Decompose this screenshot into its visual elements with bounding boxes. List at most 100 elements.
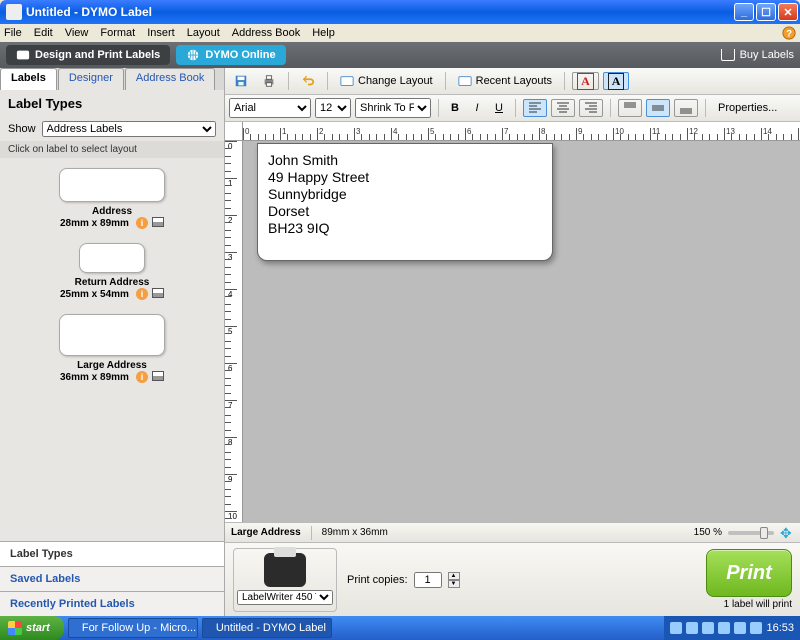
undo-button[interactable] — [296, 71, 320, 91]
system-tray[interactable]: 16:53 — [664, 616, 800, 640]
menu-addressbook[interactable]: Address Book — [232, 27, 300, 39]
info-icon[interactable]: i — [136, 288, 148, 300]
fullscreen-button[interactable]: ✥ — [780, 526, 794, 540]
menu-insert[interactable]: Insert — [147, 27, 175, 39]
maximize-button[interactable]: ☐ — [756, 3, 776, 21]
sidebar-heading: Label Types — [0, 90, 224, 117]
font-color-button-b[interactable]: A — [603, 72, 630, 90]
save-button[interactable] — [229, 71, 253, 91]
task-label: Untitled - DYMO Label — [216, 622, 326, 634]
minimize-button[interactable]: _ — [734, 3, 754, 21]
save-icon — [234, 74, 248, 88]
globe-icon — [186, 48, 200, 62]
svg-text:?: ? — [786, 29, 792, 40]
valign-bottom-button[interactable] — [674, 99, 698, 117]
task-outlook[interactable]: For Follow Up - Micro... — [68, 618, 198, 638]
zoom-slider[interactable] — [728, 531, 774, 535]
copies-down-button[interactable]: ▼ — [448, 580, 460, 588]
align-left-icon — [528, 101, 542, 115]
help-icon[interactable]: ? — [782, 26, 796, 40]
tray-icon[interactable] — [750, 622, 762, 634]
print-large-button[interactable]: Print — [706, 549, 792, 597]
design-print-button[interactable]: Design and Print Labels — [6, 45, 170, 65]
label-line-5: BH23 9IQ — [268, 220, 542, 237]
section-label-types[interactable]: Label Types — [0, 541, 224, 566]
print-bar: LabelWriter 450 Turbo Print copies: ▲ ▼ … — [225, 542, 800, 616]
layout-name: Address — [0, 206, 224, 217]
task-label: For Follow Up - Micro... — [82, 622, 196, 634]
tray-icon[interactable] — [718, 622, 730, 634]
bold-button[interactable]: B — [446, 99, 464, 117]
printer-selector[interactable]: LabelWriter 450 Turbo — [233, 548, 337, 612]
layout-icon — [340, 74, 354, 88]
valign-middle-button[interactable] — [646, 99, 670, 117]
layout-address[interactable]: Address 28mm x 89mm i — [0, 168, 224, 229]
task-dymo[interactable]: Untitled - DYMO Label — [202, 618, 332, 638]
sidebar-hint: Click on label to select layout — [0, 141, 224, 158]
buy-labels-link[interactable]: Buy Labels — [721, 49, 794, 61]
valign-top-button[interactable] — [618, 99, 642, 117]
canvas[interactable]: John Smith 49 Happy Street Sunnybridge D… — [243, 141, 800, 522]
menu-edit[interactable]: Edit — [34, 27, 53, 39]
cart-icon — [721, 49, 735, 61]
status-dimensions: 89mm x 36mm — [322, 527, 388, 538]
recent-layouts-button[interactable]: Recent Layouts — [453, 71, 557, 91]
layout-preview — [79, 243, 145, 273]
valign-bottom-icon — [679, 101, 693, 115]
properties-button[interactable]: Properties... — [713, 98, 782, 118]
layout-name: Large Address — [0, 360, 224, 371]
content-area: Change Layout Recent Layouts A A Arial 1… — [225, 68, 800, 616]
layout-return-address[interactable]: Return Address 25mm x 54mm i — [0, 243, 224, 300]
section-recently-printed[interactable]: Recently Printed Labels — [0, 591, 224, 616]
print-button[interactable] — [257, 71, 281, 91]
align-center-icon — [556, 101, 570, 115]
align-right-button[interactable] — [579, 99, 603, 117]
layout-large-address[interactable]: Large Address 36mm x 89mm i — [0, 314, 224, 383]
info-icon[interactable]: i — [136, 371, 148, 383]
tray-icon[interactable] — [734, 622, 746, 634]
menu-help[interactable]: Help — [312, 27, 335, 39]
menu-layout[interactable]: Layout — [187, 27, 220, 39]
font-color-button-a[interactable]: A — [572, 72, 599, 90]
start-button[interactable]: start — [0, 616, 64, 640]
tab-designer[interactable]: Designer — [58, 68, 124, 90]
close-button[interactable]: ✕ — [778, 3, 798, 21]
ruler-vertical: 01234567891011 — [225, 141, 243, 522]
copies-up-button[interactable]: ▲ — [448, 572, 460, 580]
align-center-button[interactable] — [551, 99, 575, 117]
slider-thumb[interactable] — [760, 527, 768, 539]
print-icon — [262, 74, 276, 88]
start-label: start — [26, 622, 50, 634]
tray-icon[interactable] — [686, 622, 698, 634]
align-left-button[interactable] — [523, 99, 547, 117]
grid-icon[interactable] — [152, 288, 164, 298]
tab-addressbook[interactable]: Address Book — [125, 68, 215, 90]
fit-select[interactable]: Shrink To Fit — [355, 98, 431, 118]
grid-icon[interactable] — [152, 371, 164, 381]
align-right-icon — [584, 101, 598, 115]
info-icon[interactable]: i — [136, 217, 148, 229]
status-layout-name: Large Address — [231, 527, 301, 538]
change-layout-button[interactable]: Change Layout — [335, 71, 438, 91]
tab-labels[interactable]: Labels — [0, 68, 57, 90]
toolbar-row-1: Change Layout Recent Layouts A A — [225, 68, 800, 95]
copies-input[interactable] — [414, 572, 442, 588]
menu-file[interactable]: File — [4, 27, 22, 39]
fontsize-select[interactable]: 12 — [315, 98, 351, 118]
valign-top-icon — [623, 101, 637, 115]
underline-button[interactable]: U — [490, 99, 508, 117]
italic-button[interactable]: I — [468, 99, 486, 117]
printer-select[interactable]: LabelWriter 450 Turbo — [237, 590, 333, 605]
layout-dim: 25mm x 54mm — [60, 289, 129, 300]
tray-icon[interactable] — [702, 622, 714, 634]
label-preview[interactable]: John Smith 49 Happy Street Sunnybridge D… — [257, 143, 553, 261]
menu-view[interactable]: View — [65, 27, 89, 39]
font-select[interactable]: Arial — [229, 98, 311, 118]
grid-icon[interactable] — [152, 217, 164, 227]
tray-icon[interactable] — [670, 622, 682, 634]
label-type-select[interactable]: Address Labels — [42, 121, 216, 137]
copies-label: Print copies: — [347, 574, 408, 586]
section-saved-labels[interactable]: Saved Labels — [0, 566, 224, 591]
menu-format[interactable]: Format — [100, 27, 135, 39]
dymo-online-button[interactable]: DYMO Online — [176, 45, 285, 65]
